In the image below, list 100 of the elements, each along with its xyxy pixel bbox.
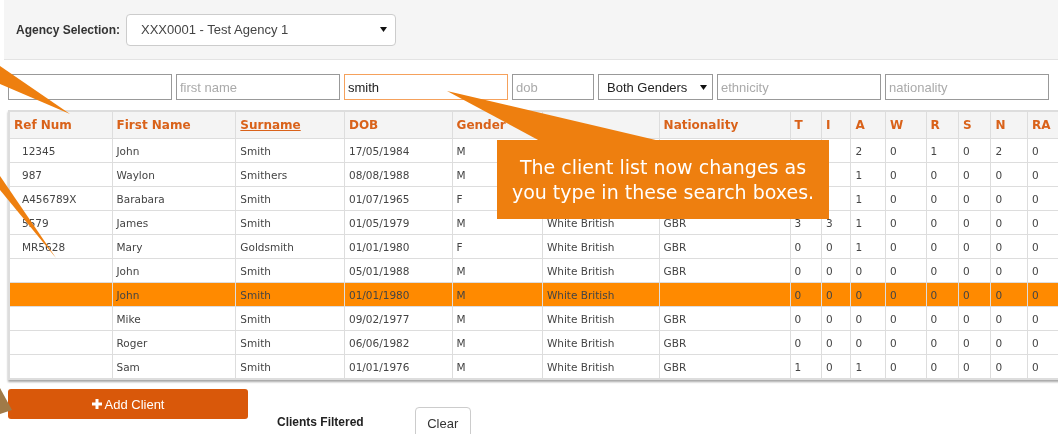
column-header[interactable]: N	[990, 111, 1028, 139]
search-field[interactable]: nationality	[885, 74, 1049, 100]
table-cell: 0	[926, 186, 959, 211]
table-row[interactable]: Roger Smith 06/06/1982 M White British GBR 0 0 0 0 0 0 0 0	[9, 330, 1058, 355]
table-row[interactable]: Sam Smith 01/01/1976 M White British GBR 1 0 1 0 0 0 0 0	[9, 354, 1058, 379]
table-row[interactable]: Mike Smith 09/02/1977 M White British GBR 0 0 0 0 0 0 0 0	[9, 306, 1058, 331]
table-cell: 1	[850, 186, 886, 211]
agency-label: Agency Selection:	[16, 22, 121, 37]
table-cell: Smithers	[235, 162, 345, 187]
table-cell: Smith	[235, 210, 345, 235]
table-cell: M	[452, 330, 543, 355]
table-cell: 0	[885, 306, 926, 331]
table-cell: GBR	[659, 354, 791, 379]
table-cell: 0	[821, 330, 851, 355]
table-cell: 0	[885, 162, 926, 187]
table-cell: 0	[958, 138, 991, 163]
column-header[interactable]: Ref Num	[9, 111, 112, 139]
table-cell: 0	[821, 306, 851, 331]
column-header[interactable]: A	[850, 111, 886, 139]
table-cell: GBR	[659, 234, 791, 259]
table-row[interactable]: John Smith 01/01/1980 M White British 0 0 0 0 0 0 0 0	[9, 282, 1058, 307]
table-row[interactable]: John Smith 05/01/1988 M White British GBR 0 0 0 0 0 0 0 0	[9, 258, 1058, 283]
table-cell: 0	[790, 330, 822, 355]
table-cell: 0	[990, 354, 1028, 379]
table-cell: 0	[790, 306, 822, 331]
table-cell: 01/01/1980	[344, 282, 453, 307]
table-cell: Roger	[112, 330, 236, 355]
table-cell: 0	[885, 354, 926, 379]
table-cell: 0	[990, 330, 1028, 355]
table-cell: 0	[821, 258, 851, 283]
column-header[interactable]: S	[958, 111, 991, 139]
search-field[interactable]: dob	[512, 74, 594, 100]
table-cell: 0	[926, 258, 959, 283]
table-cell: John	[112, 258, 236, 283]
table-cell: Smith	[235, 330, 345, 355]
table-cell: 0	[885, 210, 926, 235]
table-cell: 0	[885, 234, 926, 259]
table-cell: 1	[850, 210, 886, 235]
table-cell: 08/08/1988	[344, 162, 453, 187]
column-header[interactable]: R	[926, 111, 959, 139]
table-cell: 0	[926, 210, 959, 235]
table-cell: M	[452, 354, 543, 379]
column-header[interactable]: Nationality	[659, 111, 791, 139]
table-cell: 0	[821, 354, 851, 379]
agency-dropdown[interactable]: XXX0001 - Test Agency 1	[126, 13, 397, 46]
table-cell: 0	[958, 258, 991, 283]
search-field[interactable]: smith	[344, 74, 508, 100]
table-cell: 01/05/1979	[344, 210, 453, 235]
table-cell: 17/05/1984	[344, 138, 453, 163]
table-cell: 0	[885, 258, 926, 283]
table-cell: 0	[926, 162, 959, 187]
clear-button[interactable]: Clear	[414, 407, 471, 434]
table-cell: 2	[850, 138, 886, 163]
table-cell: White British	[542, 330, 660, 355]
column-header[interactable]: Surname	[235, 111, 345, 139]
table-cell: 0	[958, 162, 991, 187]
column-header[interactable]: RA	[1027, 111, 1058, 139]
table-cell: M	[452, 282, 543, 307]
table-cell: 0	[926, 330, 959, 355]
table-cell: M	[452, 258, 543, 283]
table-cell: Smith	[235, 282, 345, 307]
add-client-button[interactable]: Add Client	[8, 389, 248, 419]
table-cell: 0	[990, 186, 1028, 211]
table-cell: 0	[990, 234, 1028, 259]
callout-pointer	[0, 388, 12, 414]
gender-dropdown[interactable]: Both Genders	[598, 74, 713, 100]
table-cell: 05/01/1988	[344, 258, 453, 283]
table-cell: Mike	[112, 306, 236, 331]
table-cell: 2	[990, 138, 1028, 163]
column-header[interactable]: DOB	[344, 111, 453, 139]
table-cell: 0	[850, 258, 886, 283]
table-cell: James	[112, 210, 236, 235]
column-header[interactable]: W	[885, 111, 926, 139]
search-field[interactable]: ethnicity	[717, 74, 881, 100]
table-cell: 0	[990, 162, 1028, 187]
table-cell: 1	[926, 138, 959, 163]
table-cell: Smith	[235, 258, 345, 283]
table-cell: Smith	[235, 186, 345, 211]
table-cell: 09/02/1977	[344, 306, 453, 331]
column-header[interactable]: I	[821, 111, 851, 139]
table-cell: 0	[958, 186, 991, 211]
table-cell: 0	[990, 258, 1028, 283]
search-field[interactable]	[8, 74, 172, 100]
search-field[interactable]: first name	[176, 74, 340, 100]
table-cell: White British	[542, 306, 660, 331]
table-cell: Mary	[112, 234, 236, 259]
table-cell: White British	[542, 258, 660, 283]
table-cell: 0	[790, 234, 822, 259]
table-cell: 12345	[9, 138, 112, 163]
caret-icon	[700, 84, 707, 90]
table-cell: GBR	[659, 258, 791, 283]
table-cell: 1	[850, 354, 886, 379]
column-header[interactable]: T	[790, 111, 822, 139]
table-cell: 1	[790, 354, 822, 379]
table-cell: White British	[542, 282, 660, 307]
column-header[interactable]: First Name	[112, 111, 236, 139]
table-cell: John	[112, 282, 236, 307]
table-cell: 0	[850, 330, 886, 355]
table-cell: Waylon	[112, 162, 236, 187]
table-cell: 0	[926, 234, 959, 259]
